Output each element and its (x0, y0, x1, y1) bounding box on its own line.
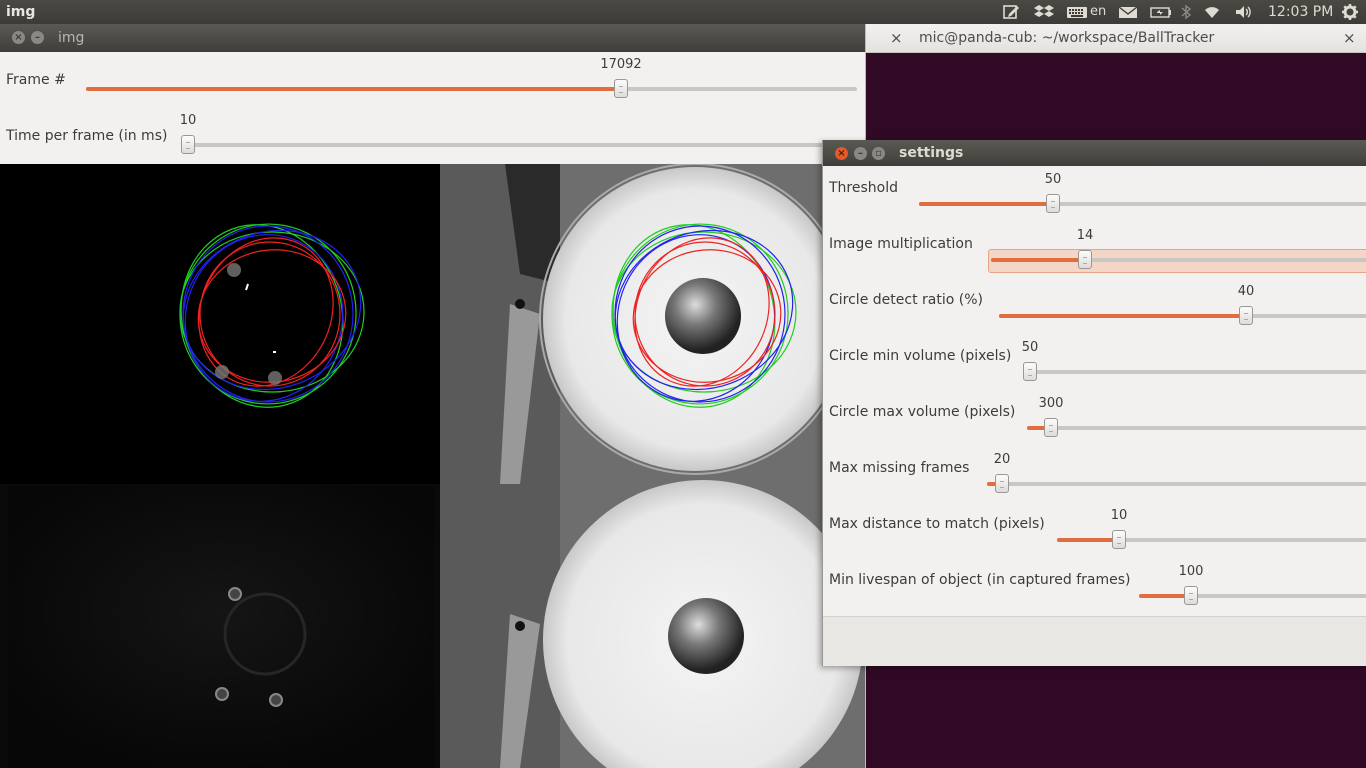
settings-titlebar: × – ▫ settings (823, 140, 1366, 166)
close-button[interactable]: × (12, 31, 25, 44)
dropbox-icon[interactable] (1034, 3, 1054, 21)
trackbar-threshold: Threshold 50 (823, 166, 1366, 222)
trackbar-label: Max distance to match (pixels) (829, 516, 1045, 532)
trackbar-max-distance-to-match: Max distance to match (pixels) 10 (823, 502, 1366, 558)
trackbar-circle-min-volume: Circle min volume (pixels) 50 (823, 334, 1366, 390)
trackbar-label: Time per frame (in ms) (6, 128, 168, 144)
threshold-slider[interactable]: 50 (919, 172, 1366, 213)
slider-thumb[interactable] (1046, 194, 1060, 213)
slider-thumb[interactable] (181, 135, 195, 154)
slider-thumb[interactable] (1044, 418, 1058, 437)
slider-value: 20 (993, 452, 1011, 467)
trackbar-label: Circle detect ratio (%) (829, 292, 983, 308)
time-per-frame-slider[interactable]: 10 (180, 113, 865, 154)
slider-thumb[interactable] (1023, 362, 1037, 381)
img-window-titlebar: × – img (0, 24, 865, 52)
max-distance-to-match-slider[interactable]: 10 (1057, 508, 1366, 549)
circle-min-volume-slider[interactable]: 50 (1022, 340, 1366, 381)
trackbar-label: Image multiplication (829, 236, 973, 252)
clock[interactable]: 12:03 PM (1268, 3, 1333, 21)
circle-max-volume-slider[interactable]: 300 (1027, 396, 1366, 437)
trackbar-label: Circle max volume (pixels) (829, 404, 1016, 420)
minimize-button[interactable]: – (854, 147, 867, 160)
slider-thumb[interactable] (1184, 586, 1198, 605)
difference-view (0, 484, 440, 768)
maximize-button[interactable]: ▫ (872, 147, 885, 160)
gear-icon[interactable] (1341, 3, 1359, 21)
slider-fill (919, 202, 1053, 206)
min-livespan-slider[interactable]: 100 (1139, 564, 1366, 605)
window-title: img (58, 30, 85, 46)
trackbar-max-missing-frames: Max missing frames 20 (823, 446, 1366, 502)
trackbar-circle-detect-ratio: Circle detect ratio (%) 40 (823, 278, 1366, 334)
terminal-title: mic@panda-cub: ~/workspace/BallTracker (919, 30, 1215, 46)
trackbar-frame: Frame # 17092 (0, 52, 865, 108)
trackbar-label: Threshold (829, 180, 898, 196)
trackbar-image-multiplication: Image multiplication 14 (823, 222, 1366, 278)
image-multiplication-slider[interactable]: 14 (991, 228, 1366, 269)
slider-value: 10 (179, 113, 197, 128)
edit-icon[interactable] (1002, 3, 1020, 21)
frame-slider[interactable]: 17092 (86, 57, 857, 98)
volume-icon[interactable] (1234, 3, 1254, 21)
img-window: × – img Frame # 17092 Time per frame (in… (0, 24, 866, 768)
slider-thumb[interactable] (1239, 306, 1253, 325)
keyboard-layout[interactable]: en (1090, 3, 1106, 21)
max-missing-frames-slider[interactable]: 20 (987, 452, 1366, 493)
terminal-close-button[interactable]: × (1343, 29, 1356, 47)
terminal-tab-bar: × mic@panda-cub: ~/workspace/BallTracker… (866, 24, 1366, 53)
slider-value: 100 (1178, 564, 1204, 579)
slider-thumb[interactable] (1112, 530, 1126, 549)
window-title: settings (899, 145, 964, 161)
app-title: img (6, 4, 36, 20)
battery-icon[interactable] (1150, 3, 1172, 21)
trackbar-circle-max-volume: Circle max volume (pixels) 300 (823, 390, 1366, 446)
slider-fill (86, 87, 621, 91)
bluetooth-icon[interactable] (1180, 3, 1192, 21)
slider-value: 50 (1044, 172, 1062, 187)
slider-value: 17092 (600, 57, 642, 72)
slider-value: 50 (1021, 340, 1039, 355)
terminal-tab-close-button[interactable]: × (890, 29, 903, 47)
trackbar-time-per-frame: Time per frame (in ms) 10 (0, 108, 865, 164)
top-panel: img en 12:03 PM (0, 0, 1366, 24)
image-display (0, 164, 865, 768)
camera-overlay-view (440, 164, 865, 484)
slider-fill (999, 314, 1246, 318)
slider-value: 40 (1237, 284, 1255, 299)
trackbar-label: Min livespan of object (in captured fram… (829, 572, 1131, 588)
slider-fill (1057, 538, 1119, 542)
slider-thumb[interactable] (614, 79, 628, 98)
slider-value: 300 (1038, 396, 1064, 411)
mail-icon[interactable] (1118, 3, 1138, 21)
trackbar-label: Circle min volume (pixels) (829, 348, 1012, 364)
trackbar-min-livespan: Min livespan of object (in captured fram… (823, 558, 1366, 614)
slider-thumb[interactable] (1078, 250, 1092, 269)
minimize-button[interactable]: – (31, 31, 44, 44)
slider-fill (991, 258, 1085, 262)
settings-empty-area (823, 616, 1366, 666)
trackbar-label: Frame # (6, 72, 66, 88)
trackbar-label: Max missing frames (829, 460, 970, 476)
settings-window: × – ▫ settings Threshold 50 Image multip… (822, 140, 1366, 666)
wifi-icon[interactable] (1202, 3, 1222, 21)
close-button[interactable]: × (835, 147, 848, 160)
slider-value: 10 (1110, 508, 1128, 523)
circle-detect-ratio-slider[interactable]: 40 (999, 284, 1366, 325)
mask-view (0, 164, 440, 484)
camera-raw-view (440, 480, 865, 768)
slider-thumb[interactable] (995, 474, 1009, 493)
keyboard-icon[interactable] (1066, 3, 1088, 21)
slider-value: 14 (1076, 228, 1094, 243)
